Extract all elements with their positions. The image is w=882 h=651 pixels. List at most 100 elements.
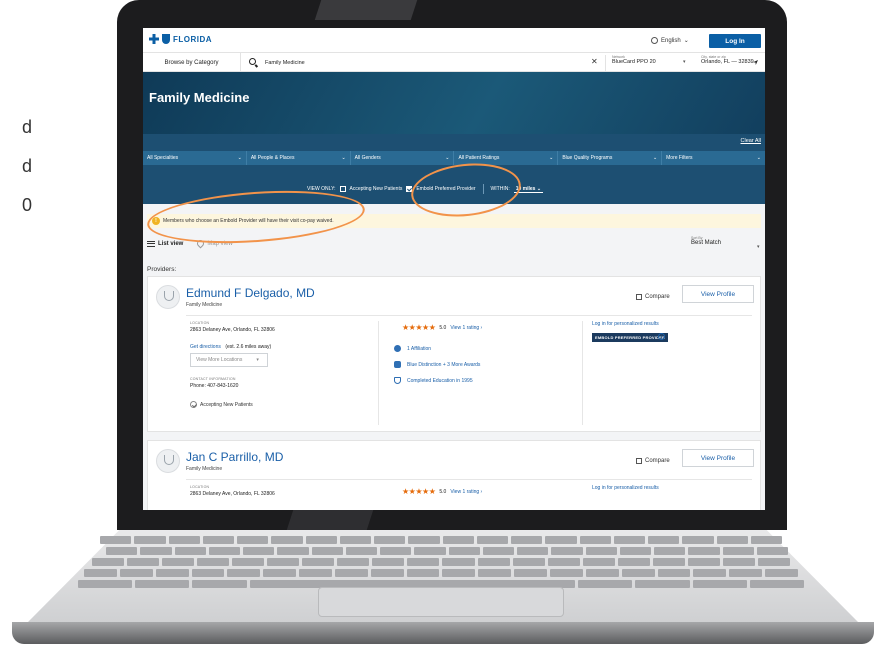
filter-specialties[interactable]: All Specialties ⌄ bbox=[143, 151, 247, 165]
clear-all-link[interactable]: Clear All bbox=[741, 138, 761, 144]
get-directions-link[interactable]: Get directions bbox=[190, 344, 221, 350]
clear-search-icon[interactable]: ✕ bbox=[591, 57, 598, 66]
education-row: Completed Education in 1995 bbox=[394, 377, 473, 384]
compare-checkbox[interactable]: Compare bbox=[636, 294, 670, 300]
awards-link[interactable]: Blue Distinction + 3 More Awards bbox=[407, 362, 480, 368]
provider-specialty: Family Medicine bbox=[186, 466, 223, 472]
brand-logo[interactable]: FLORIDA bbox=[149, 34, 212, 44]
affiliation-icon bbox=[394, 345, 401, 352]
directions-row: Get directions (est. 2.6 miles away) bbox=[190, 335, 380, 353]
location-block: LOCATION 2863 Delaney Ave, Orlando, FL 3… bbox=[190, 485, 380, 499]
check-circle-icon bbox=[190, 401, 197, 408]
browse-by-category-button[interactable]: Browse by Category bbox=[143, 53, 241, 72]
brand-text: FLORIDA bbox=[173, 34, 213, 44]
login-results-link[interactable]: Log in for personalized results bbox=[592, 485, 659, 491]
education-link[interactable]: Completed Education in 1995 bbox=[407, 378, 473, 384]
top-bar: FLORIDA English ⌄ Log In bbox=[143, 28, 765, 52]
chevron-down-icon: ⌄ bbox=[549, 155, 554, 161]
rating-row: ★★★★★ 5.0 View 1 rating › bbox=[402, 487, 482, 496]
provider-card: Jan C Parrillo, MD Family Medicine Compa… bbox=[147, 440, 761, 510]
column-divider bbox=[582, 321, 583, 425]
contact-block: CONTACT INFORMATION Phone: 407-843-1620 bbox=[190, 377, 238, 391]
info-icon[interactable]: i bbox=[658, 333, 665, 340]
filter-label: All Patient Ratings bbox=[458, 155, 500, 161]
providers-heading: Providers: bbox=[147, 266, 177, 273]
sort-value: Best Match bbox=[691, 240, 722, 246]
filter-people-places[interactable]: All People & Places ⌄ bbox=[247, 151, 351, 165]
cropped-letter: d bbox=[22, 156, 33, 176]
chevron-down-icon: ⌄ bbox=[341, 155, 346, 161]
divider bbox=[186, 315, 752, 316]
stethoscope-avatar-icon bbox=[156, 285, 180, 309]
accepting-patients-checkbox[interactable] bbox=[339, 186, 346, 192]
chevron-down-icon: ⌄ bbox=[683, 38, 689, 44]
sort-select[interactable]: Sort By Best Match bbox=[691, 236, 761, 246]
filter-more[interactable]: More Filters ⌄ bbox=[662, 151, 765, 165]
accepting-patients-label[interactable]: Accepting New Patients bbox=[350, 186, 403, 192]
provider-specialty: Family Medicine bbox=[186, 302, 223, 308]
app-screen: FLORIDA English ⌄ Log In Browse by Categ… bbox=[143, 28, 765, 510]
location-value: Orlando, FL — 32839 bbox=[701, 59, 754, 65]
compare-label: Compare bbox=[645, 294, 670, 300]
filter-label: All People & Places bbox=[250, 155, 295, 161]
filter-quality-programs[interactable]: Blue Quality Programs ⌄ bbox=[558, 151, 663, 165]
login-button[interactable]: Log In bbox=[709, 34, 761, 48]
star-rating-icon: ★★★★★ bbox=[402, 323, 436, 332]
compare-label: Compare bbox=[645, 458, 670, 464]
search-input[interactable] bbox=[265, 57, 465, 68]
view-profile-button[interactable]: View Profile bbox=[682, 449, 754, 467]
affiliation-link[interactable]: 1 Affiliation bbox=[407, 346, 431, 352]
list-view-label: List view bbox=[158, 240, 184, 247]
accepting-label: Accepting New Patients bbox=[200, 401, 253, 408]
view-rating-link[interactable]: View 1 rating › bbox=[450, 489, 482, 495]
language-selector[interactable]: English ⌄ bbox=[651, 37, 689, 44]
embold-preferred-badge: EMBOLD PREFERRED PROVIDER bbox=[592, 333, 669, 342]
chevron-down-icon: ⌄ bbox=[237, 155, 242, 161]
stethoscope-avatar-icon bbox=[156, 449, 180, 473]
cropped-letter: 0 bbox=[22, 195, 33, 215]
chevron-down-icon: ⌄ bbox=[756, 155, 761, 161]
filter-genders[interactable]: All Genders ⌄ bbox=[351, 151, 455, 165]
view-more-locations-label: View More Locations bbox=[196, 357, 243, 363]
contact-label: CONTACT INFORMATION bbox=[190, 377, 236, 381]
login-results-link[interactable]: Log in for personalized results bbox=[592, 321, 659, 327]
provider-name-link[interactable]: Edmund F Delgado, MD bbox=[186, 286, 315, 300]
rating-row: ★★★★★ 5.0 View 1 rating › bbox=[402, 323, 482, 332]
globe-icon bbox=[651, 37, 658, 44]
awards-row: Blue Distinction + 3 More Awards bbox=[394, 361, 480, 368]
compare-checkbox[interactable]: Compare bbox=[636, 458, 670, 464]
language-label: English bbox=[661, 37, 681, 44]
location-field[interactable]: City, state or zip Orlando, FL — 32839 bbox=[695, 55, 755, 71]
distance-estimate: (est. 2.6 miles away) bbox=[225, 344, 272, 350]
rating-score: 5.0 bbox=[439, 488, 447, 495]
marketing-image: d d 0 FLORIDA English ⌄ Log In Browse by… bbox=[0, 0, 882, 651]
award-shield-icon bbox=[394, 361, 401, 368]
network-select[interactable]: Network BlueCard PPO 20 bbox=[605, 55, 683, 71]
filter-label: All Genders bbox=[354, 155, 381, 161]
list-view-tab[interactable]: List view bbox=[147, 240, 184, 247]
network-value: BlueCard PPO 20 bbox=[612, 59, 656, 65]
location-label: LOCATION bbox=[190, 485, 210, 489]
filter-label: More Filters bbox=[666, 155, 693, 161]
chevron-down-icon: ▾ bbox=[256, 357, 259, 363]
location-label: LOCATION bbox=[190, 321, 210, 325]
keyboard bbox=[78, 534, 805, 588]
star-rating-icon: ★★★★★ bbox=[402, 487, 436, 496]
chevron-down-icon: ⌄ bbox=[445, 155, 450, 161]
provider-name-link[interactable]: Jan C Parrillo, MD bbox=[186, 450, 283, 464]
page-title: Family Medicine bbox=[149, 90, 250, 105]
screen-glare bbox=[314, 0, 418, 20]
chevron-down-icon: ▾ bbox=[683, 59, 686, 65]
checkbox-icon bbox=[636, 458, 642, 464]
view-more-locations-select[interactable]: View More Locations ▾ bbox=[190, 353, 268, 367]
rating-score: 5.0 bbox=[439, 324, 447, 331]
filter-label: All Specialties bbox=[147, 155, 179, 161]
graduation-cap-icon bbox=[394, 377, 401, 384]
provider-card: Edmund F Delgado, MD Family Medicine Com… bbox=[147, 276, 761, 432]
view-rating-link[interactable]: View 1 rating › bbox=[450, 325, 482, 331]
search-bar: Browse by Category ✕ Network BlueCard PP… bbox=[143, 52, 765, 72]
view-profile-button[interactable]: View Profile bbox=[682, 285, 754, 303]
blue-shield-icon bbox=[162, 34, 170, 44]
phone-number[interactable]: Phone: 407-843-1620 bbox=[190, 383, 238, 389]
cropped-letter: d bbox=[22, 117, 33, 137]
